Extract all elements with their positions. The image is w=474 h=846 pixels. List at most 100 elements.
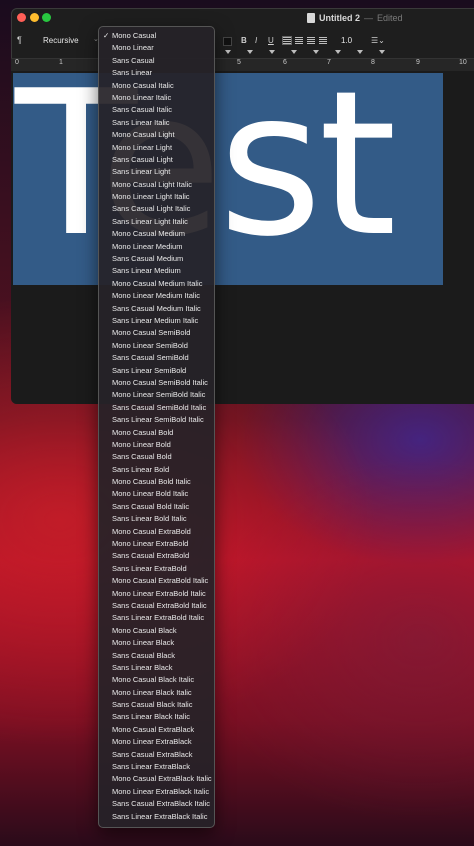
typeface-menu-item[interactable]: Sans Casual Light Italic bbox=[99, 203, 214, 215]
typeface-menu-item[interactable]: Sans Linear Black Italic bbox=[99, 711, 214, 723]
typeface-menu-item[interactable]: Sans Linear Black bbox=[99, 662, 214, 674]
typeface-menu-item[interactable]: Mono Casual ExtraBold Italic bbox=[99, 575, 214, 587]
typeface-menu-item-label: Sans Linear ExtraBlack Italic bbox=[112, 811, 208, 821]
typeface-menu-item[interactable]: Mono Casual Medium Italic bbox=[99, 278, 214, 290]
close-window-button[interactable] bbox=[17, 13, 26, 22]
typeface-menu-item[interactable]: Mono Casual Black Italic bbox=[99, 674, 214, 686]
list-bullets-popup[interactable]: ☰⌄ bbox=[371, 35, 385, 47]
typeface-menu-item[interactable]: Mono Casual Italic bbox=[99, 80, 214, 92]
typeface-menu-item[interactable]: Sans Casual Black bbox=[99, 650, 214, 662]
typeface-menu-item[interactable]: Mono Linear ExtraBlack bbox=[99, 736, 214, 748]
typeface-menu-item[interactable]: Mono Casual Bold Italic bbox=[99, 476, 214, 488]
typeface-menu-item[interactable]: Mono Linear Bold bbox=[99, 439, 214, 451]
typeface-menu-item[interactable]: Mono Linear Bold Italic bbox=[99, 488, 214, 500]
tab-stop-icon[interactable] bbox=[335, 50, 341, 54]
tab-stop-icon[interactable] bbox=[269, 50, 275, 54]
typeface-menu-item[interactable]: Sans Linear Medium bbox=[99, 265, 214, 277]
line-spacing-popup[interactable]: 1.0 bbox=[341, 35, 352, 47]
typeface-menu-item-label: Sans Linear ExtraBold bbox=[112, 563, 187, 573]
typeface-menu-item[interactable]: Sans Casual ExtraBold bbox=[99, 550, 214, 562]
window-title[interactable]: Untitled 2 bbox=[319, 13, 360, 23]
typeface-menu-item[interactable]: Mono Linear Light bbox=[99, 142, 214, 154]
document-body[interactable]: Test bbox=[11, 71, 474, 404]
typeface-menu-item[interactable]: Sans Casual bbox=[99, 55, 214, 67]
typeface-menu-item[interactable]: Mono Casual SemiBold bbox=[99, 327, 214, 339]
typeface-menu-item[interactable]: Sans Linear Medium Italic bbox=[99, 315, 214, 327]
typeface-menu-item[interactable]: Mono Casual Light bbox=[99, 129, 214, 141]
typeface-menu-item[interactable]: Mono Linear Medium Italic bbox=[99, 290, 214, 302]
typeface-menu-item-label: Sans Linear SemiBold bbox=[112, 365, 187, 375]
italic-button[interactable]: I bbox=[255, 35, 257, 47]
typeface-menu-item[interactable]: Sans Casual ExtraBlack bbox=[99, 749, 214, 761]
typeface-menu-item[interactable]: Mono Casual Black bbox=[99, 625, 214, 637]
typeface-menu-item-label: Sans Linear SemiBold Italic bbox=[112, 415, 204, 425]
typeface-menu-item[interactable]: Mono Casual Medium bbox=[99, 228, 214, 240]
typeface-menu-item-label: Mono Linear bbox=[112, 43, 154, 53]
typeface-menu-item-label: Mono Casual SemiBold Italic bbox=[112, 377, 208, 387]
typeface-menu-item[interactable]: Sans Linear SemiBold Italic bbox=[99, 414, 214, 426]
typeface-menu-item[interactable]: Sans Casual Light bbox=[99, 154, 214, 166]
typeface-menu-item[interactable]: Sans Casual ExtraBlack Italic bbox=[99, 798, 214, 810]
typeface-menu-item[interactable]: Sans Linear ExtraBlack bbox=[99, 761, 214, 773]
typeface-menu-item-label: Sans Casual Italic bbox=[112, 105, 173, 115]
typeface-menu-item[interactable]: Sans Linear Bold bbox=[99, 464, 214, 476]
typeface-menu-item[interactable]: Mono Linear ExtraBold Italic bbox=[99, 588, 214, 600]
typeface-menu-item[interactable]: Mono Linear Italic bbox=[99, 92, 214, 104]
typeface-menu-item[interactable]: Sans Casual Italic bbox=[99, 104, 214, 116]
typeface-menu-item[interactable]: Sans Linear ExtraBold bbox=[99, 563, 214, 575]
typeface-menu-item[interactable]: Mono Linear Black Italic bbox=[99, 687, 214, 699]
underline-button[interactable]: U bbox=[268, 35, 274, 47]
align-center-icon[interactable] bbox=[295, 37, 303, 44]
typeface-menu-item[interactable]: Mono Casual ExtraBold bbox=[99, 526, 214, 538]
typeface-menu-item[interactable]: Mono Linear Light Italic bbox=[99, 191, 214, 203]
tab-stop-icon[interactable] bbox=[357, 50, 363, 54]
typeface-menu-item[interactable]: Sans Linear SemiBold bbox=[99, 365, 214, 377]
typeface-menu-item[interactable]: Sans Linear Italic bbox=[99, 117, 214, 129]
typeface-menu-item[interactable]: Sans Casual Medium Italic bbox=[99, 303, 214, 315]
text-color-well[interactable] bbox=[223, 37, 232, 46]
align-left-icon[interactable] bbox=[282, 36, 292, 45]
typeface-menu-item[interactable]: Mono Linear Black bbox=[99, 637, 214, 649]
maximize-window-button[interactable] bbox=[42, 13, 51, 22]
typeface-menu-item[interactable]: Sans Casual Bold Italic bbox=[99, 501, 214, 513]
typeface-menu-item[interactable]: Mono Linear SemiBold Italic bbox=[99, 389, 214, 401]
typeface-menu-item[interactable]: Mono Linear Medium bbox=[99, 241, 214, 253]
typeface-menu-item[interactable]: Mono Casual Bold bbox=[99, 427, 214, 439]
tab-stop-icon[interactable] bbox=[247, 50, 253, 54]
tab-stop-icon[interactable] bbox=[225, 50, 231, 54]
tab-stop-icon[interactable] bbox=[313, 50, 319, 54]
typeface-menu-item[interactable]: Sans Casual Medium bbox=[99, 253, 214, 265]
typeface-menu-item[interactable]: Sans Casual SemiBold bbox=[99, 352, 214, 364]
typeface-menu-item[interactable]: Sans Linear ExtraBlack Italic bbox=[99, 811, 214, 823]
paragraph-styles-button[interactable]: ¶ bbox=[17, 35, 22, 45]
typeface-menu-item[interactable]: Mono Casual ExtraBlack Italic bbox=[99, 773, 214, 785]
typeface-menu-item[interactable]: Sans Linear Bold Italic bbox=[99, 513, 214, 525]
align-right-icon[interactable] bbox=[307, 37, 315, 44]
typeface-menu-item[interactable]: Mono Linear SemiBold bbox=[99, 340, 214, 352]
ruler[interactable]: 0 1 5 6 7 8 9 10 bbox=[11, 58, 474, 72]
bold-button[interactable]: B bbox=[241, 35, 247, 47]
tab-stop-icon[interactable] bbox=[379, 50, 385, 54]
typeface-menu-item[interactable]: Sans Linear ExtraBold Italic bbox=[99, 612, 214, 624]
align-justify-icon[interactable] bbox=[319, 37, 327, 44]
typeface-menu-item[interactable]: Mono Casual SemiBold Italic bbox=[99, 377, 214, 389]
typeface-menu-item[interactable]: Sans Casual SemiBold Italic bbox=[99, 402, 214, 414]
typeface-menu-item-label: Mono Casual Bold bbox=[112, 427, 174, 437]
typeface-menu-item[interactable]: Mono Casual Light Italic bbox=[99, 179, 214, 191]
minimize-window-button[interactable] bbox=[30, 13, 39, 22]
typeface-menu-item[interactable]: Sans Casual Bold bbox=[99, 451, 214, 463]
typeface-menu-item[interactable]: Mono Casual ExtraBlack bbox=[99, 724, 214, 736]
font-typeface-menu[interactable]: ✓ Mono Casual Mono Linear Sans Casual Sans L… bbox=[98, 26, 215, 828]
selected-text-highlight[interactable]: Test bbox=[13, 73, 443, 285]
typeface-menu-item[interactable]: Mono Linear bbox=[99, 42, 214, 54]
typeface-menu-item[interactable]: Sans Linear bbox=[99, 67, 214, 79]
typeface-menu-item[interactable]: Mono Linear ExtraBold bbox=[99, 538, 214, 550]
title-bar[interactable]: Untitled 2 — Edited bbox=[11, 8, 474, 28]
typeface-menu-item[interactable]: Mono Linear ExtraBlack Italic bbox=[99, 786, 214, 798]
typeface-menu-item[interactable]: Sans Linear Light Italic bbox=[99, 216, 214, 228]
typeface-menu-item[interactable]: Sans Casual ExtraBold Italic bbox=[99, 600, 214, 612]
typeface-menu-item[interactable]: Sans Casual Black Italic bbox=[99, 699, 214, 711]
typeface-menu-item[interactable]: ✓ Mono Casual bbox=[99, 30, 214, 42]
typeface-menu-item[interactable]: Sans Linear Light bbox=[99, 166, 214, 178]
tab-stop-icon[interactable] bbox=[291, 50, 297, 54]
